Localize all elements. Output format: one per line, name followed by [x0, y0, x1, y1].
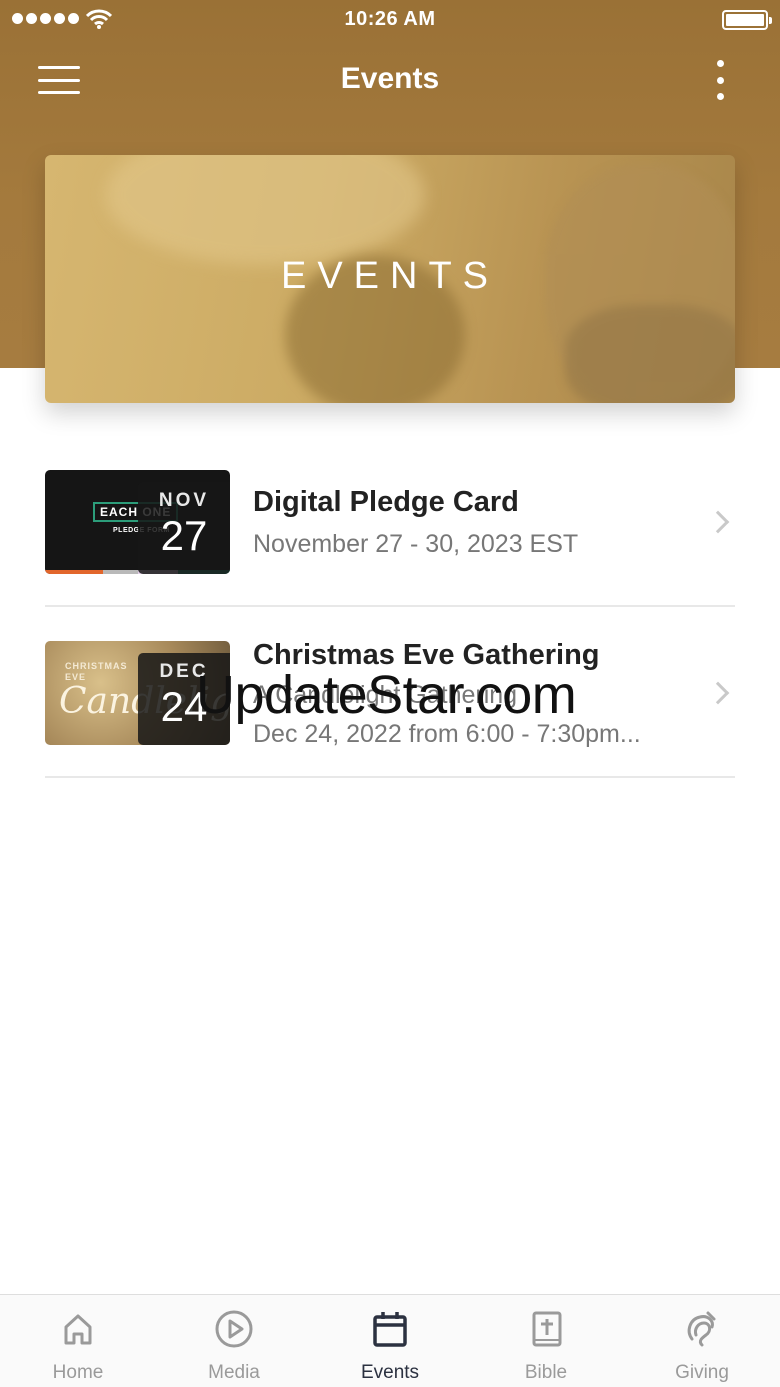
tab-label: Home [52, 1362, 104, 1383]
hero-title: EVENTS [280, 255, 500, 297]
bible-icon [532, 1311, 562, 1347]
navigation-bar: Events [0, 48, 780, 112]
tab-bible[interactable]: Bible [468, 1295, 624, 1387]
divider [45, 605, 735, 607]
tab-media[interactable]: Media [156, 1295, 312, 1387]
thumbnail-tag: CHRISTMAS EVE [65, 661, 128, 682]
status-bar: 10:26 AM [0, 0, 780, 40]
chevron-right-icon [706, 681, 730, 705]
tab-bar: Home Media Events Bible Giving [0, 1294, 780, 1387]
battery-icon [722, 10, 772, 30]
play-circle-icon [215, 1310, 253, 1348]
event-list-item[interactable]: EACH ONE PLEDGE FORM NOV 27 Digital Pled… [45, 470, 735, 608]
tab-label: Bible [524, 1362, 568, 1383]
event-title: Digital Pledge Card [253, 486, 519, 518]
date-day: 27 [160, 512, 208, 559]
page-title: Events [340, 62, 440, 95]
tab-giving[interactable]: Giving [624, 1295, 780, 1387]
tab-home[interactable]: Home [0, 1295, 156, 1387]
giving-icon [687, 1311, 716, 1347]
event-date: November 27 - 30, 2023 EST [253, 530, 579, 558]
status-time: 10:26 AM [344, 8, 436, 30]
tab-label: Media [208, 1362, 260, 1383]
date-badge: NOV 27 [138, 482, 230, 574]
date-month: NOV [158, 490, 210, 511]
tab-label: Events [360, 1362, 420, 1383]
tab-events[interactable]: Events [312, 1295, 468, 1387]
more-options-icon[interactable] [708, 58, 732, 102]
tab-label: Giving [675, 1362, 729, 1383]
events-hero-banner: EVENTS [45, 155, 735, 403]
divider [45, 776, 735, 778]
watermark-text: UpdateStar.com [196, 665, 577, 725]
calendar-icon [373, 1312, 407, 1347]
event-thumbnail: EACH ONE PLEDGE FORM NOV 27 [45, 470, 230, 574]
chevron-right-icon [706, 510, 730, 534]
home-icon [64, 1314, 92, 1345]
